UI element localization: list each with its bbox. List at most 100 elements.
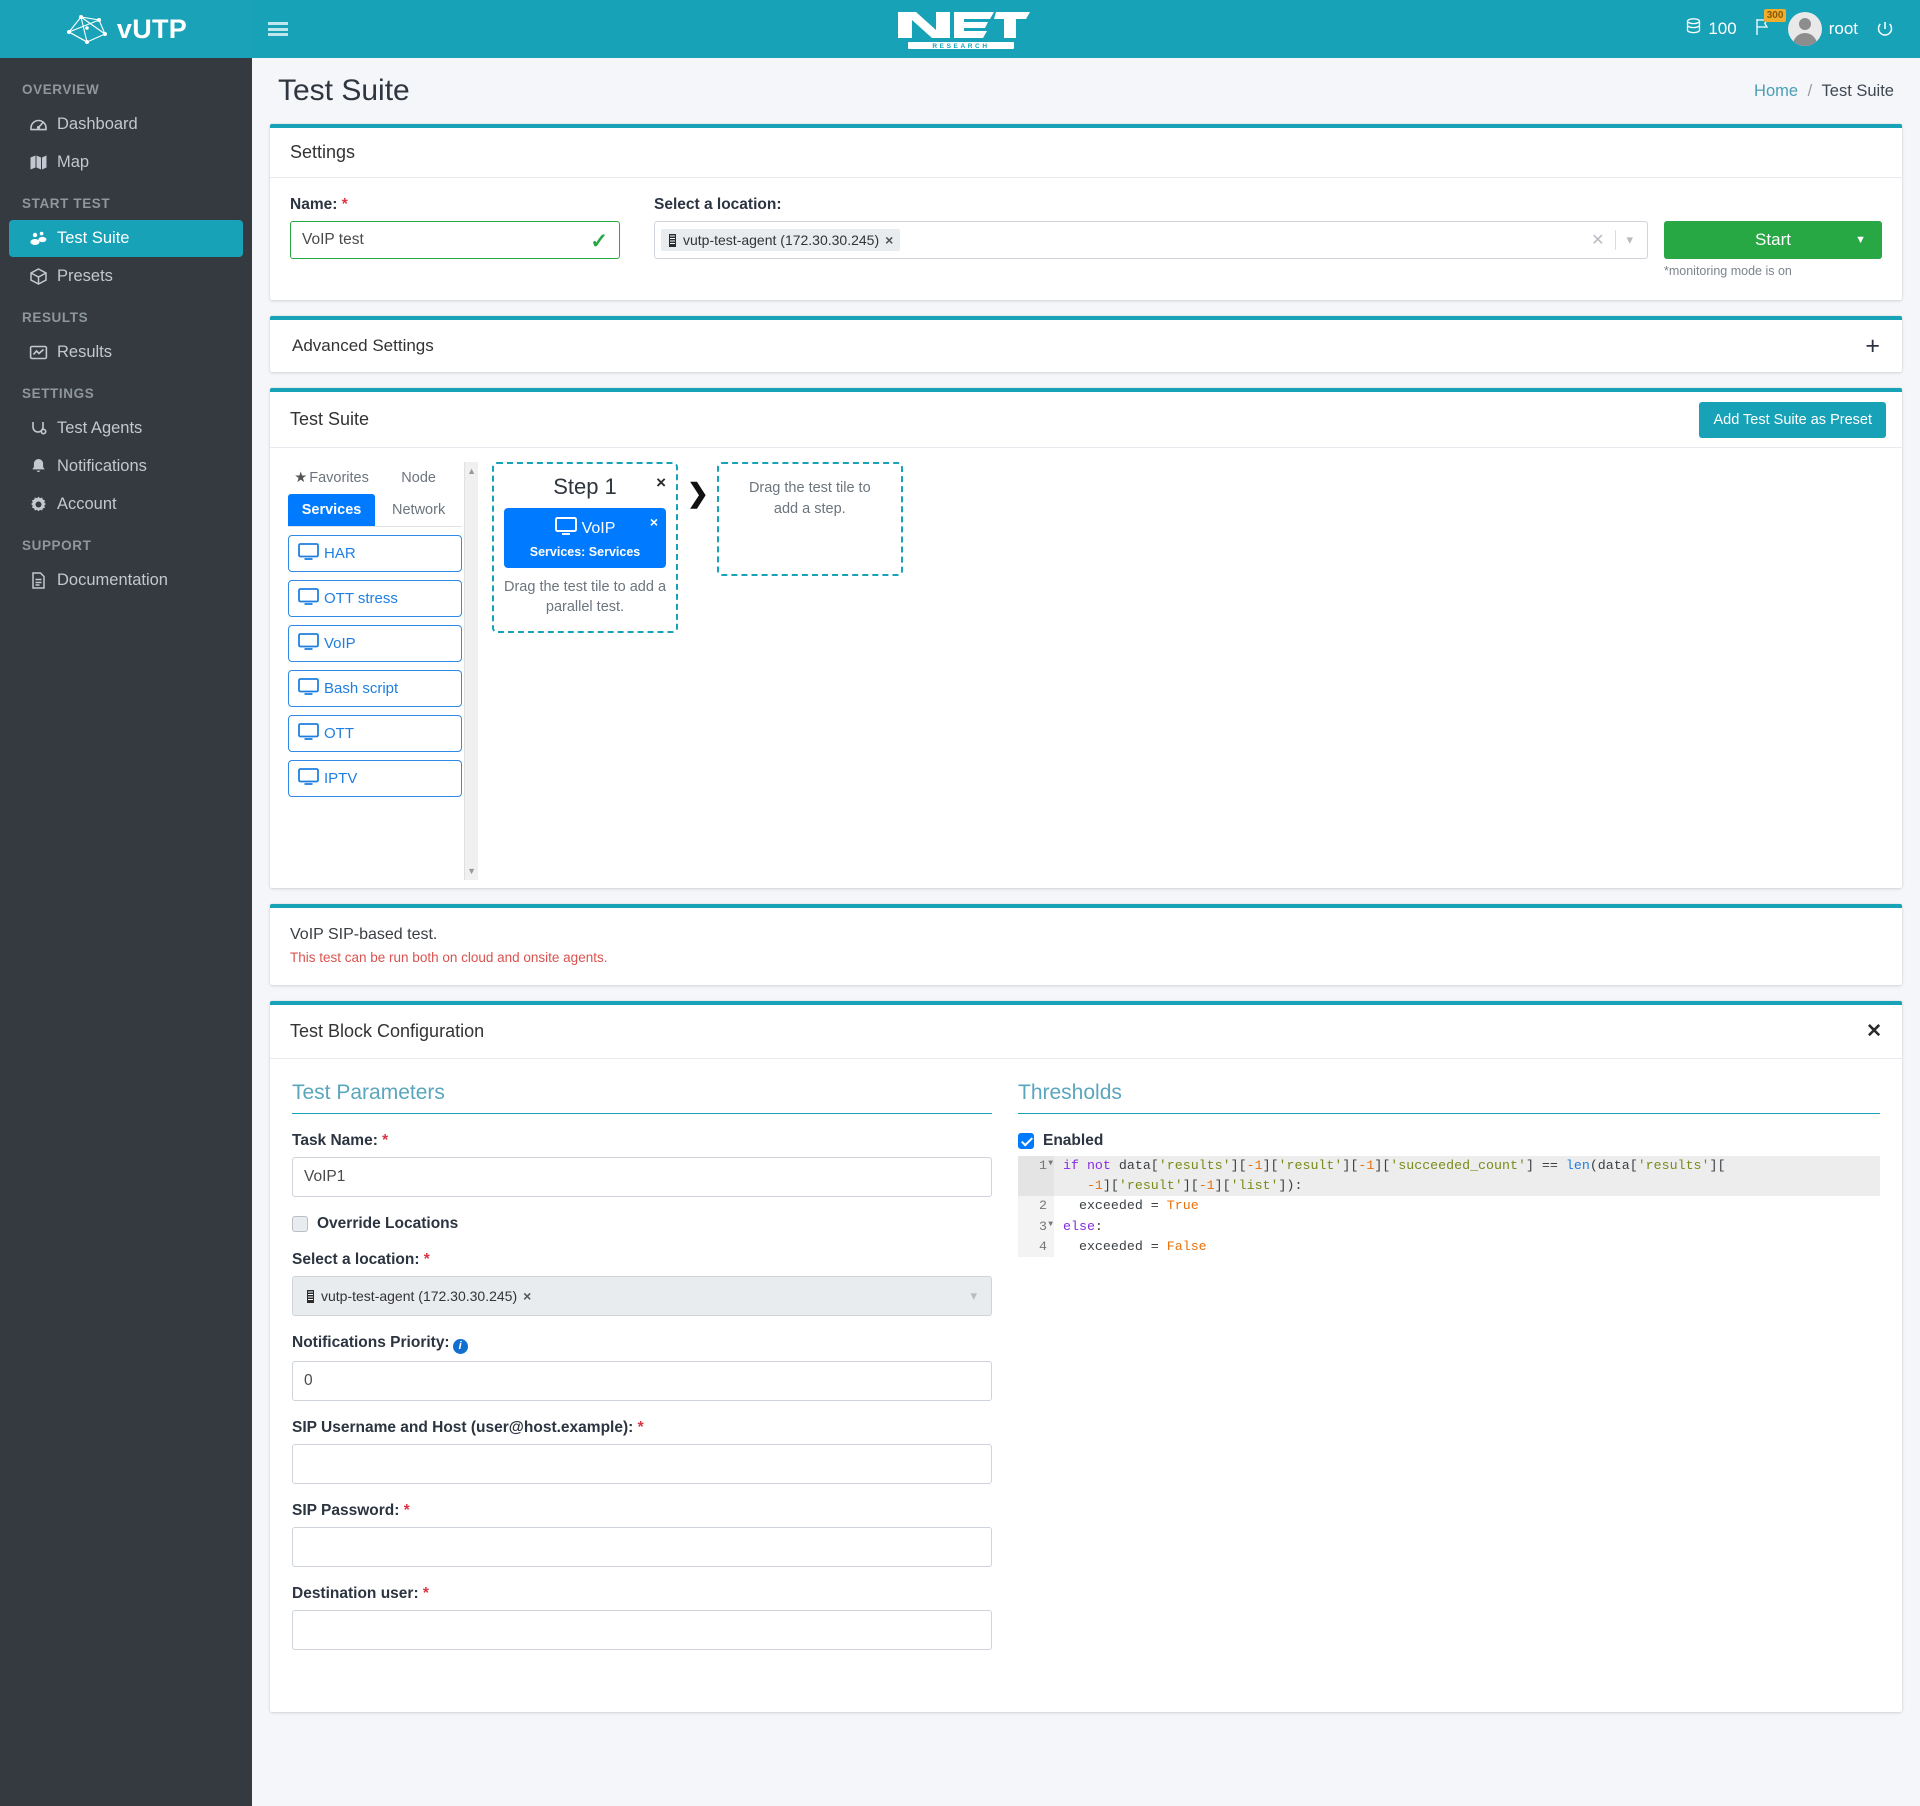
- sidebar-item-presets[interactable]: Presets: [9, 258, 243, 295]
- database-icon: [1686, 18, 1701, 40]
- test-suite-builder-card: Test Suite Add Test Suite as Preset ★ Fa…: [270, 388, 1902, 888]
- name-field-group: Name: * ✓: [290, 196, 620, 259]
- flag-badge-count: 300: [1763, 8, 1787, 22]
- sidebar-item-results[interactable]: Results: [9, 334, 243, 371]
- map-icon: [29, 153, 48, 172]
- required-asterisk: *: [377, 1132, 389, 1149]
- location-select[interactable]: vutp-test-agent (172.30.30.245) × ✕ ▾: [654, 221, 1648, 259]
- code-line-number: 1: [1039, 1158, 1047, 1173]
- code-gutter[interactable]: 2: [1018, 1196, 1054, 1217]
- advanced-settings-title: Advanced Settings: [292, 336, 434, 355]
- credits-indicator[interactable]: 100: [1686, 18, 1737, 40]
- override-locations-row[interactable]: Override Locations: [292, 1215, 992, 1233]
- step-tile-close-icon[interactable]: ×: [650, 514, 658, 530]
- scroll-down-arrow[interactable]: ▼: [467, 866, 476, 876]
- sidebar-item-dashboard[interactable]: Dashboard: [9, 106, 243, 143]
- palette-tile-voip[interactable]: VoIP: [288, 625, 463, 662]
- test-block-configuration-card: Test Block Configuration ✕ Test Paramete…: [270, 1001, 1902, 1712]
- topbar-right: 100 300 root: [1686, 8, 1920, 46]
- start-button[interactable]: Start ▼: [1664, 221, 1882, 259]
- flag-notifications[interactable]: 300: [1755, 8, 1787, 41]
- chevron-down-icon[interactable]: ▾: [1616, 232, 1643, 248]
- power-icon[interactable]: [1876, 20, 1894, 38]
- sidebar-item-map[interactable]: Map: [9, 144, 243, 181]
- destination-user-input[interactable]: [292, 1609, 992, 1650]
- tab-services[interactable]: Services: [288, 494, 376, 526]
- task-name-field: Task Name: *: [292, 1132, 992, 1197]
- builder-area: ★ Favorites Node Services Network HAR OT…: [270, 448, 1902, 888]
- caret-down-icon[interactable]: ▼: [1855, 234, 1866, 246]
- block-location-chip[interactable]: vutp-test-agent (172.30.30.245) ×: [299, 1285, 539, 1307]
- code-line: 3 ▼ else:: [1018, 1216, 1880, 1237]
- tab-node[interactable]: Node: [375, 462, 462, 494]
- task-name-input[interactable]: [292, 1157, 992, 1197]
- destination-user-label: Destination user: *: [292, 1585, 992, 1603]
- settings-card-header: Settings: [270, 128, 1902, 178]
- chevron-down-icon[interactable]: ▾: [960, 1288, 987, 1304]
- add-test-suite-as-preset-button[interactable]: Add Test Suite as Preset: [1699, 401, 1886, 438]
- test-palette: ★ Favorites Node Services Network HAR OT…: [288, 462, 478, 888]
- block-location-select[interactable]: vutp-test-agent (172.30.30.245) × ▾: [292, 1276, 992, 1316]
- close-icon[interactable]: ✕: [1866, 1020, 1882, 1043]
- code-gutter[interactable]: 1 ▼: [1018, 1156, 1054, 1197]
- breadcrumb-current: Test Suite: [1821, 81, 1894, 100]
- sidebar-item-test-agents[interactable]: Test Agents: [9, 410, 243, 447]
- scroll-up-arrow[interactable]: ▲: [467, 466, 476, 476]
- app-brand[interactable]: vUTP: [0, 0, 252, 58]
- chip-remove-icon[interactable]: ×: [523, 1288, 531, 1304]
- code-line-number: 2: [1039, 1198, 1047, 1214]
- advanced-settings-header[interactable]: Advanced Settings +: [270, 320, 1902, 372]
- thresholds-enabled-row[interactable]: Enabled: [1018, 1132, 1880, 1150]
- start-button-label: Start: [1755, 230, 1791, 249]
- code-gutter[interactable]: 4: [1018, 1236, 1054, 1258]
- thresholds-enabled-checkbox[interactable]: [1018, 1133, 1034, 1149]
- code-line-number: 3: [1039, 1218, 1047, 1234]
- required-asterisk: *: [337, 196, 348, 213]
- tab-network[interactable]: Network: [375, 494, 462, 526]
- code-gutter[interactable]: 3 ▼: [1018, 1216, 1054, 1237]
- location-chip[interactable]: vutp-test-agent (172.30.30.245) ×: [661, 229, 901, 251]
- palette-tile-har[interactable]: HAR: [288, 535, 463, 572]
- add-step-dropzone[interactable]: Drag the test tile to add a step.: [716, 462, 903, 576]
- test-block-configuration-header: Test Block Configuration ✕: [270, 1005, 1902, 1059]
- sidebar-item-test-suite[interactable]: Test Suite: [9, 220, 243, 257]
- step-title: Step 1: [553, 474, 617, 499]
- palette-scrollbar[interactable]: ▲ ▼: [464, 462, 478, 880]
- palette-tile-iptv[interactable]: IPTV: [288, 760, 463, 797]
- breadcrumb-home[interactable]: Home: [1754, 82, 1798, 100]
- test-name-input[interactable]: [290, 221, 620, 259]
- fold-icon[interactable]: ▼: [1048, 1219, 1053, 1231]
- step-close-icon[interactable]: ×: [656, 473, 666, 493]
- name-label-text: Name:: [290, 196, 338, 213]
- server-icon: [306, 1289, 315, 1303]
- thresholds-code-editor[interactable]: 1 ▼ if not data['results'][-1]['result']…: [1018, 1156, 1880, 1258]
- hamburger-icon[interactable]: [252, 0, 304, 58]
- info-icon[interactable]: i: [452, 1338, 468, 1354]
- step-test-tile[interactable]: VoIP Services: Services ×: [504, 508, 666, 568]
- server-icon: [668, 233, 677, 247]
- clear-icon[interactable]: ✕: [1580, 230, 1615, 250]
- sidebar-item-documentation[interactable]: Documentation: [9, 562, 243, 599]
- chip-remove-icon[interactable]: ×: [885, 232, 893, 248]
- palette-tile-ott-stress[interactable]: OTT stress: [288, 580, 463, 617]
- task-name-label-text: Task Name:: [292, 1132, 378, 1149]
- override-locations-checkbox[interactable]: [292, 1216, 308, 1232]
- sidebar-item-label: Test Suite: [57, 229, 130, 247]
- plus-icon[interactable]: +: [1865, 333, 1880, 358]
- sip-password-input[interactable]: [292, 1526, 992, 1567]
- location-chip-label: vutp-test-agent (172.30.30.245): [683, 232, 880, 248]
- sidebar-item-notifications[interactable]: Notifications: [9, 448, 243, 485]
- notifications-priority-input[interactable]: [292, 1360, 992, 1401]
- required-asterisk: *: [419, 1251, 430, 1268]
- tab-favorites[interactable]: ★ Favorites: [288, 462, 375, 494]
- user-menu[interactable]: root: [1787, 12, 1858, 46]
- palette-tile-ott[interactable]: OTT: [288, 715, 463, 752]
- advanced-settings-card[interactable]: Advanced Settings +: [270, 316, 1902, 372]
- sip-username-host-input[interactable]: [292, 1443, 992, 1484]
- test-suite-builder-header: Test Suite Add Test Suite as Preset: [270, 392, 1902, 448]
- breadcrumb-separator: /: [1807, 81, 1813, 100]
- fold-icon[interactable]: ▼: [1048, 1158, 1053, 1170]
- sidebar-item-label: Dashboard: [57, 115, 138, 133]
- sidebar-item-account[interactable]: Account: [9, 486, 243, 523]
- palette-tile-bash-script[interactable]: Bash script: [288, 670, 463, 707]
